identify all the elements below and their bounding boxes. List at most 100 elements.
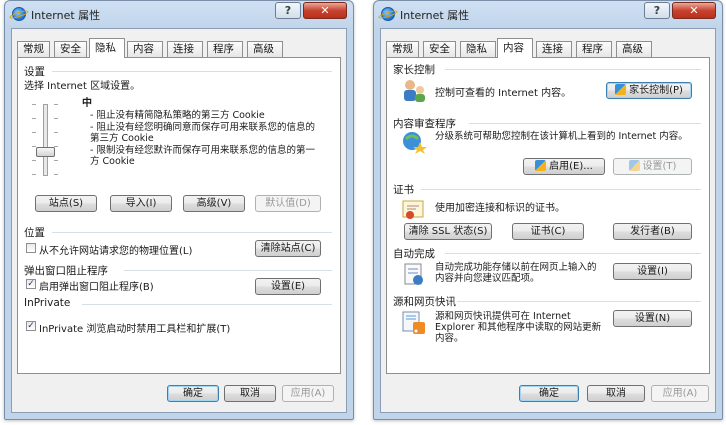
privacy-slider-thumb[interactable] xyxy=(36,147,55,157)
tab-connections[interactable]: 连接 xyxy=(536,41,572,57)
slider-tick xyxy=(32,118,36,119)
feeds-group-title: 源和网页快讯 xyxy=(393,296,456,308)
location-checkbox[interactable] xyxy=(26,243,36,253)
import-button[interactable]: 导入(I) xyxy=(110,195,172,212)
autocomplete-settings-button[interactable]: 设置(I) xyxy=(613,263,692,280)
certificates-button[interactable]: 证书(C) xyxy=(512,223,584,240)
clear-ssl-button[interactable]: 清除 SSL 状态(S) xyxy=(404,223,492,240)
tab-general[interactable]: 常规 xyxy=(17,41,50,57)
privacy-bullet: - 阻止没有精简隐私策略的第三方 Cookie xyxy=(90,110,265,121)
advisor-desc: 分级系统可帮助您控制在该计算机上看到的 Internet 内容。 xyxy=(435,131,688,142)
help-button[interactable]: ? xyxy=(275,2,301,19)
advisor-settings-button[interactable]: 设置(T) xyxy=(613,158,692,175)
cancel-button[interactable]: 取消 xyxy=(224,385,276,402)
tab-privacy[interactable]: 隐私 xyxy=(89,38,125,58)
tab-programs[interactable]: 程序 xyxy=(576,41,612,57)
cancel-button[interactable]: 取消 xyxy=(587,385,645,402)
tab-connections[interactable]: 连接 xyxy=(167,41,203,57)
inprivate-group-title: InPrivate xyxy=(24,297,71,309)
close-button[interactable]: ✕ xyxy=(672,2,716,19)
content-panel: 家长控制 控制可查看的 Internet 内容。 家长控制(P) 内容审查程序 … xyxy=(386,57,710,374)
inprivate-checkbox[interactable]: ✓ xyxy=(26,321,36,331)
privacy-bullet: - 限制没有经您默许而保存可用来联系您的信息的第一方 Cookie xyxy=(90,145,315,167)
slider-tick xyxy=(54,104,58,105)
privacy-level: 中 xyxy=(82,98,92,109)
parental-controls-button-label: 家长控制(P) xyxy=(629,85,683,96)
tab-programs[interactable]: 程序 xyxy=(207,41,243,57)
privacy-slider-track[interactable] xyxy=(43,104,48,176)
group-divider xyxy=(82,304,332,305)
internet-options-window-content: Internet 属性 ? ✕ 常规 安全 隐私 内容 连接 程序 高级 家长控… xyxy=(373,0,723,420)
window-title: Internet 属性 xyxy=(31,9,101,22)
group-divider xyxy=(445,69,701,70)
publishers-button[interactable]: 发行者(B) xyxy=(613,223,692,240)
autocomplete-desc: 自动完成功能存储以前在网页上输入的内容并向您建议匹配项。 xyxy=(435,262,597,284)
popup-blocker-checkbox[interactable]: ✓ xyxy=(26,279,36,289)
parental-controls-button[interactable]: 家长控制(P) xyxy=(606,82,692,99)
group-divider xyxy=(124,270,332,271)
slider-tick xyxy=(32,160,36,161)
slider-tick xyxy=(32,132,36,133)
location-checkbox-label: 从不允许网站请求您的物理位置(L) xyxy=(39,246,193,257)
inprivate-checkbox-label: InPrivate 浏览启动时禁用工具栏和扩展(T) xyxy=(39,324,231,335)
tab-privacy[interactable]: 隐私 xyxy=(460,41,496,57)
title-bar[interactable]: Internet 属性 ? ✕ xyxy=(5,1,353,27)
internet-options-window-privacy: Internet 属性 ? ✕ 常规 安全 隐私 内容 连接 程序 高级 设置 … xyxy=(4,0,354,420)
feeds-icon xyxy=(402,311,425,334)
window-title: Internet 属性 xyxy=(400,9,470,22)
default-button[interactable]: 默认值(D) xyxy=(255,195,321,212)
close-button[interactable]: ✕ xyxy=(303,2,347,19)
zone-prompt: 选择 Internet 区域设置。 xyxy=(24,81,141,92)
feeds-desc: 源和网页快讯提供可在 Internet Explorer 和其他程序中读取的网站… xyxy=(435,311,602,344)
advanced-button[interactable]: 高级(V) xyxy=(183,195,245,212)
shield-icon xyxy=(628,160,640,171)
dialog-client: 常规 安全 隐私 内容 连接 程序 高级 家长控制 控制可查看的 Interne… xyxy=(380,28,716,413)
group-divider xyxy=(52,71,332,72)
slider-tick xyxy=(32,174,36,175)
internet-explorer-icon xyxy=(12,7,26,21)
group-divider xyxy=(469,123,701,124)
parental-desc: 控制可查看的 Internet 内容。 xyxy=(435,88,572,99)
tab-content[interactable]: 内容 xyxy=(127,41,163,57)
slider-tick xyxy=(54,174,58,175)
dialog-client: 常规 安全 隐私 内容 连接 程序 高级 设置 选择 Internet 区域设置… xyxy=(11,28,347,413)
internet-explorer-icon xyxy=(381,7,395,21)
apply-button[interactable]: 应用(A) xyxy=(282,385,334,402)
group-divider xyxy=(52,232,332,233)
privacy-panel: 设置 选择 Internet 区域设置。 中 - 阻止没有精简隐私策略的第三方 … xyxy=(17,57,341,374)
tab-content[interactable]: 内容 xyxy=(497,38,533,58)
certs-group-title: 证书 xyxy=(393,184,414,196)
slider-tick xyxy=(54,118,58,119)
parental-group-title: 家长控制 xyxy=(393,64,435,76)
ok-button[interactable]: 确定 xyxy=(167,385,219,402)
autocomplete-group-title: 自动完成 xyxy=(393,248,435,260)
clear-sites-button[interactable]: 清除站点(C) xyxy=(255,240,321,257)
certificate-icon xyxy=(402,200,424,219)
shield-icon xyxy=(615,84,627,95)
help-button[interactable]: ? xyxy=(644,2,670,19)
sites-button[interactable]: 站点(S) xyxy=(35,195,97,212)
ok-button[interactable]: 确定 xyxy=(519,385,579,402)
apply-button[interactable]: 应用(A) xyxy=(651,385,709,402)
advisor-group-title: 内容审查程序 xyxy=(393,118,456,130)
feeds-settings-button[interactable]: 设置(N) xyxy=(613,310,692,327)
tab-general[interactable]: 常规 xyxy=(386,41,419,57)
autocomplete-icon xyxy=(404,263,423,285)
slider-tick xyxy=(32,104,36,105)
advisor-enable-button-label: 启用(E)... xyxy=(549,161,593,172)
privacy-bullet: - 阻止没有经您明确同意而保存可用来联系您的信息的第三方 Cookie xyxy=(90,122,315,144)
tab-advanced[interactable]: 高级 xyxy=(616,41,652,57)
parental-controls-icon xyxy=(404,80,425,102)
tab-advanced[interactable]: 高级 xyxy=(247,41,283,57)
title-bar[interactable]: Internet 属性 ? ✕ xyxy=(374,1,722,27)
popup-settings-button[interactable]: 设置(E) xyxy=(255,278,321,295)
tab-security[interactable]: 安全 xyxy=(423,41,456,57)
advisor-enable-button[interactable]: 启用(E)... xyxy=(523,158,605,175)
content-advisor-icon xyxy=(403,132,427,154)
certs-desc: 使用加密连接和标识的证书。 xyxy=(435,203,565,214)
shield-icon xyxy=(535,160,547,171)
tab-security[interactable]: 安全 xyxy=(54,41,87,57)
slider-tick xyxy=(54,132,58,133)
location-group-title: 位置 xyxy=(24,227,45,239)
group-divider xyxy=(445,253,701,254)
